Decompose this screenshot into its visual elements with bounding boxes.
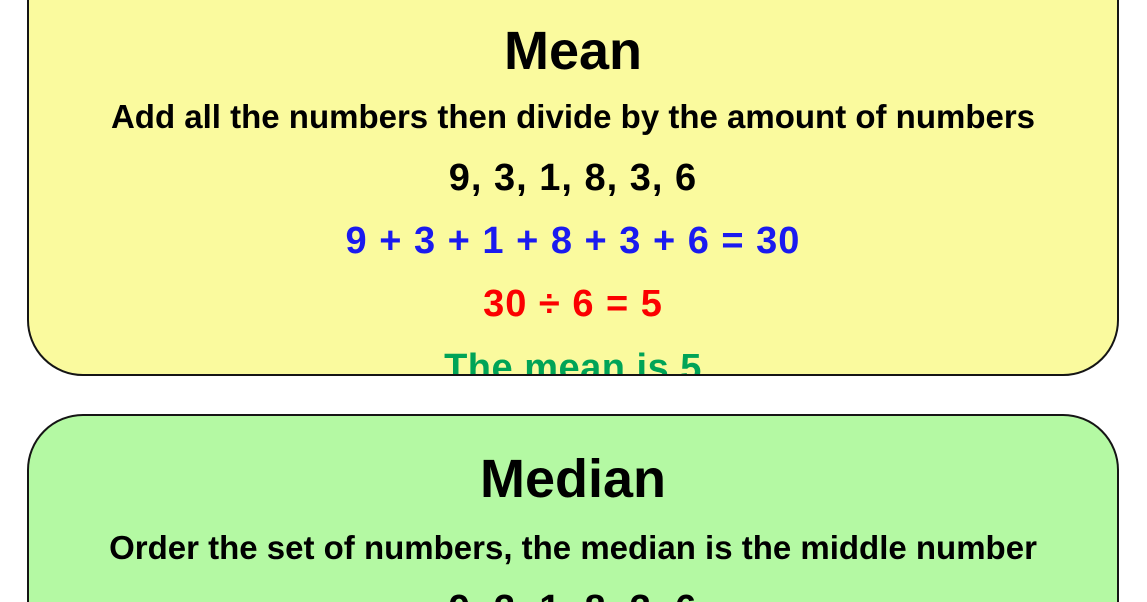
mean-sum-equation: 9 + 3 + 1 + 8 + 3 + 6 = 30 <box>345 220 801 262</box>
mean-title-row: Mean <box>29 24 1117 78</box>
median-dataset-row: 9, 3, 1, 8, 3, 6 <box>29 590 1117 602</box>
median-subtitle: Order the set of numbers, the median is … <box>109 529 1037 566</box>
mean-card: Mean Add all the numbers then divide by … <box>27 0 1119 376</box>
median-card: Median Order the set of numbers, the med… <box>27 414 1119 602</box>
median-title-row: Median <box>29 452 1117 506</box>
mean-division-equation: 30 ÷ 6 = 5 <box>483 283 663 325</box>
statistics-poster: Mean Add all the numbers then divide by … <box>0 0 1147 602</box>
mean-subtitle-row: Add all the numbers then divide by the a… <box>29 100 1117 133</box>
mean-card-body: Mean Add all the numbers then divide by … <box>29 2 1117 376</box>
mean-result-statement: The mean is 5 <box>444 347 702 376</box>
mean-division-row: 30 ÷ 6 = 5 <box>29 285 1117 323</box>
median-card-body: Median Order the set of numbers, the med… <box>29 416 1117 602</box>
median-subtitle-row: Order the set of numbers, the median is … <box>29 531 1117 564</box>
mean-title: Mean <box>503 21 643 81</box>
mean-result-row: The mean is 5 <box>29 347 1117 376</box>
mean-subtitle: Add all the numbers then divide by the a… <box>110 98 1036 135</box>
mean-dataset-row: 9, 3, 1, 8, 3, 6 <box>29 159 1117 197</box>
median-title: Median <box>479 449 667 509</box>
mean-dataset: 9, 3, 1, 8, 3, 6 <box>448 157 698 199</box>
median-dataset: 9, 3, 1, 8, 3, 6 <box>29 590 1117 602</box>
mean-sum-row: 9 + 3 + 1 + 8 + 3 + 6 = 30 <box>29 222 1117 260</box>
